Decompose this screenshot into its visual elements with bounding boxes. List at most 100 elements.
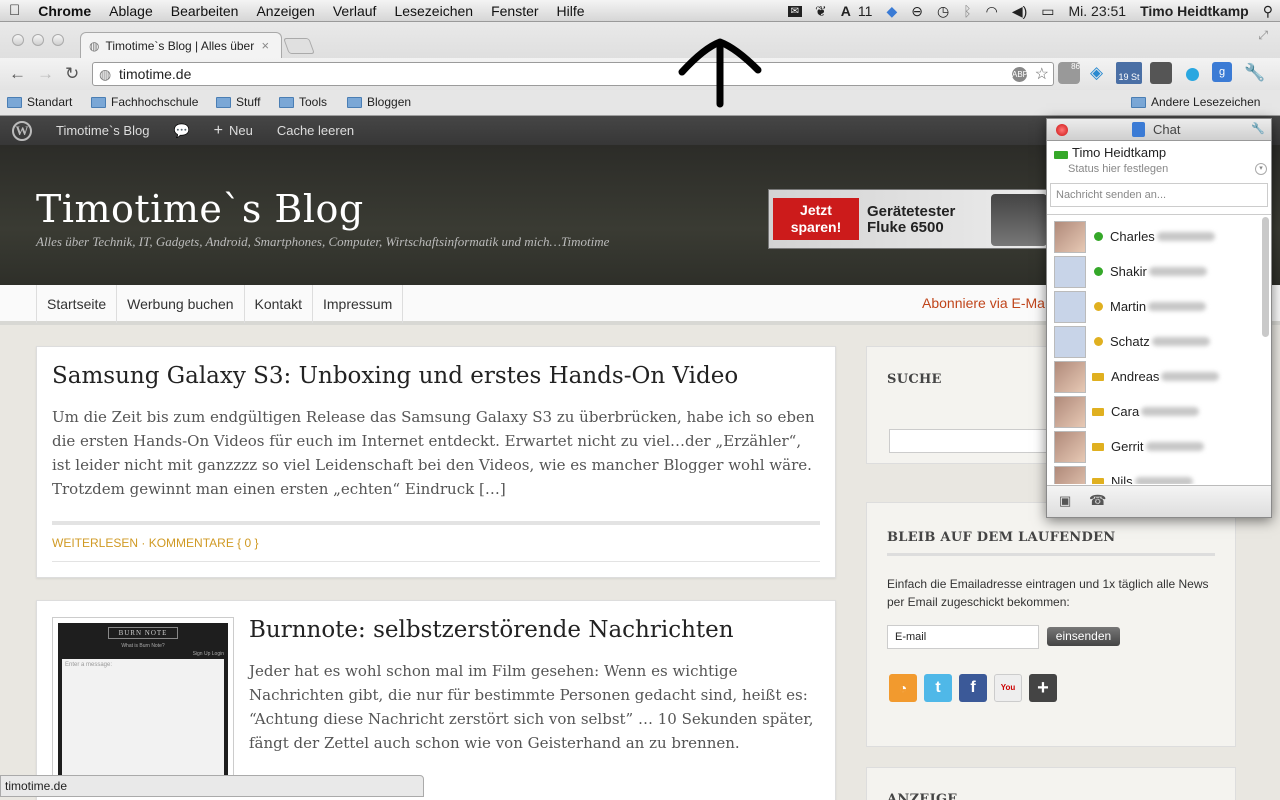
- rss-icon[interactable]: ◔: [889, 674, 917, 702]
- wifi-icon[interactable]: ◠: [979, 3, 1005, 20]
- menu-bearbeiten[interactable]: Bearbeiten: [162, 0, 248, 22]
- ad-banner[interactable]: Jetzt sparen! Gerätetester Fluke 6500: [768, 189, 1058, 249]
- contact-row[interactable]: Nils: [1047, 464, 1261, 484]
- new-tab-button[interactable]: [283, 38, 315, 54]
- close-window-button[interactable]: [12, 34, 24, 46]
- minimize-window-button[interactable]: [32, 34, 44, 46]
- video-call-icon[interactable]: ▣: [1059, 493, 1071, 509]
- status-app-icon[interactable]: ✉: [787, 5, 803, 17]
- read-more-link[interactable]: WEITERLESEN: [52, 536, 138, 550]
- fullscreen-icon[interactable]: ⤢: [1258, 28, 1268, 43]
- dropbox-icon[interactable]: ◆: [879, 3, 904, 20]
- chat-title: Chat: [1153, 122, 1181, 137]
- divider: [887, 553, 1215, 556]
- forward-icon[interactable]: →: [37, 64, 54, 84]
- contact-row[interactable]: Charles: [1047, 219, 1261, 254]
- bluetooth-icon[interactable]: ᛒ: [956, 3, 978, 19]
- zoom-window-button[interactable]: [52, 34, 64, 46]
- sync-icon[interactable]: ⊖: [904, 3, 930, 20]
- comments-link[interactable]: KOMMENTARE { 0 }: [149, 536, 259, 550]
- wordpress-logo-icon[interactable]: W: [0, 120, 44, 141]
- bookmark-folder-bloggen[interactable]: Bloggen: [347, 95, 411, 109]
- video-status-icon[interactable]: [1054, 151, 1068, 159]
- youtube-icon[interactable]: You: [994, 674, 1022, 702]
- menu-anzeigen[interactable]: Anzeigen: [247, 0, 323, 22]
- email-input[interactable]: E-mail: [887, 625, 1039, 649]
- post-thumbnail[interactable]: BURN NOTE What is Burn Note? Sign Up Log…: [52, 617, 234, 787]
- close-chat-icon[interactable]: [1056, 124, 1068, 136]
- bookmark-folder-fachhochschule[interactable]: Fachhochschule: [91, 95, 198, 109]
- nav-impressum[interactable]: Impressum: [312, 285, 404, 323]
- site-title[interactable]: Timotime`s Blog: [36, 187, 364, 231]
- extension-calendar-icon[interactable]: 19 St: [1116, 62, 1142, 84]
- comments-icon[interactable]: 💬: [161, 123, 201, 139]
- post-title[interactable]: Burnnote: selbstzerstörende Nachrichten: [249, 617, 734, 643]
- status-dropdown-icon[interactable]: ▾: [1255, 163, 1267, 175]
- evernote-icon[interactable]: ❦: [808, 3, 834, 20]
- globe-icon: ◍: [89, 38, 100, 53]
- wp-site-name[interactable]: Timotime`s Blog: [44, 123, 161, 138]
- browser-tab[interactable]: ◍ Timotime`s Blog | Alles über ×: [80, 32, 282, 58]
- extension-circle-icon[interactable]: [1186, 68, 1199, 81]
- talk-icon: [1132, 122, 1145, 137]
- phone-icon[interactable]: ☎: [1089, 492, 1106, 509]
- wp-cache-button[interactable]: Cache leeren: [265, 123, 366, 138]
- bookmark-folder-other[interactable]: Andere Lesezeichen: [1131, 95, 1260, 109]
- nav-startseite[interactable]: Startseite: [36, 285, 116, 323]
- menu-app-chrome[interactable]: Chrome: [29, 0, 100, 22]
- contact-name: Schatz: [1110, 334, 1150, 349]
- extension-feed-icon[interactable]: ◈: [1090, 63, 1103, 83]
- submit-button[interactable]: einsenden: [1047, 627, 1120, 646]
- ad-text: Gerätetester Fluke 6500: [867, 203, 956, 236]
- nav-kontakt[interactable]: Kontakt: [243, 285, 312, 323]
- spotlight-icon[interactable]: ⚲: [1256, 3, 1280, 20]
- scrollbar[interactable]: [1262, 217, 1269, 337]
- time-machine-icon[interactable]: ◷: [930, 3, 956, 20]
- contact-row[interactable]: Shakir: [1047, 254, 1261, 289]
- contact-row[interactable]: Cara: [1047, 394, 1261, 429]
- contact-row[interactable]: Martin: [1047, 289, 1261, 324]
- menu-fenster[interactable]: Fenster: [482, 0, 547, 22]
- contact-row[interactable]: Schatz: [1047, 324, 1261, 359]
- avatar: [1054, 255, 1086, 288]
- extension-mail-icon[interactable]: 86: [1058, 62, 1080, 84]
- volume-icon[interactable]: ◀): [1005, 3, 1034, 20]
- user-name[interactable]: Timo Heidtkamp: [1133, 3, 1256, 19]
- bookmark-folder-standart[interactable]: Standart: [7, 95, 72, 109]
- bookmark-folder-stuff[interactable]: Stuff: [216, 95, 260, 109]
- adblock-icon[interactable]: ABP: [1012, 67, 1028, 82]
- apple-icon[interactable]: : [0, 0, 29, 22]
- extension-evernote-icon[interactable]: [1150, 62, 1172, 84]
- notification-count[interactable]: 11: [858, 3, 880, 19]
- reload-icon[interactable]: ↻: [65, 64, 79, 84]
- facebook-icon[interactable]: f: [959, 674, 987, 702]
- adobe-icon[interactable]: A: [834, 3, 858, 19]
- address-bar[interactable]: ◍ timotime.de ABP ☆: [92, 62, 1054, 86]
- send-message-input[interactable]: Nachricht senden an...: [1050, 183, 1268, 207]
- wp-new-button[interactable]: + Neu: [202, 122, 265, 140]
- menu-ablage[interactable]: Ablage: [100, 0, 162, 22]
- post-title[interactable]: Samsung Galaxy S3: Unboxing und erstes H…: [52, 363, 738, 389]
- contact-row[interactable]: Andreas: [1047, 359, 1261, 394]
- browser-chrome: ◍ Timotime`s Blog | Alles über × ⤢ ← → ↻…: [0, 22, 1280, 116]
- back-icon[interactable]: ←: [9, 64, 26, 84]
- wrench-icon[interactable]: 🔧: [1244, 63, 1265, 83]
- extension-talk-icon[interactable]: g: [1212, 62, 1232, 82]
- menu-hilfe[interactable]: Hilfe: [548, 0, 594, 22]
- nav-werbung-buchen[interactable]: Werbung buchen: [116, 285, 243, 323]
- twitter-icon[interactable]: t: [924, 674, 952, 702]
- bookmark-folder-tools[interactable]: Tools: [279, 95, 327, 109]
- bookmark-star-icon[interactable]: ☆: [1035, 64, 1049, 84]
- close-tab-icon[interactable]: ×: [261, 38, 269, 53]
- status-input[interactable]: Status hier festlegen: [1068, 163, 1168, 175]
- settings-wrench-icon[interactable]: 🔧: [1251, 122, 1265, 135]
- ad-widget: ANZEIGE: [866, 767, 1236, 800]
- menu-lesezeichen[interactable]: Lesezeichen: [385, 0, 482, 22]
- menu-verlauf[interactable]: Verlauf: [324, 0, 386, 22]
- subscribe-link[interactable]: Abonniere via E-Ma: [922, 295, 1045, 311]
- battery-icon[interactable]: ▭: [1034, 3, 1061, 20]
- post-excerpt: Um die Zeit bis zum endgültigen Release …: [52, 408, 815, 498]
- contact-row[interactable]: Gerrit: [1047, 429, 1261, 464]
- google-plus-icon[interactable]: +: [1029, 674, 1057, 702]
- clock[interactable]: Mi. 23:51: [1061, 3, 1133, 19]
